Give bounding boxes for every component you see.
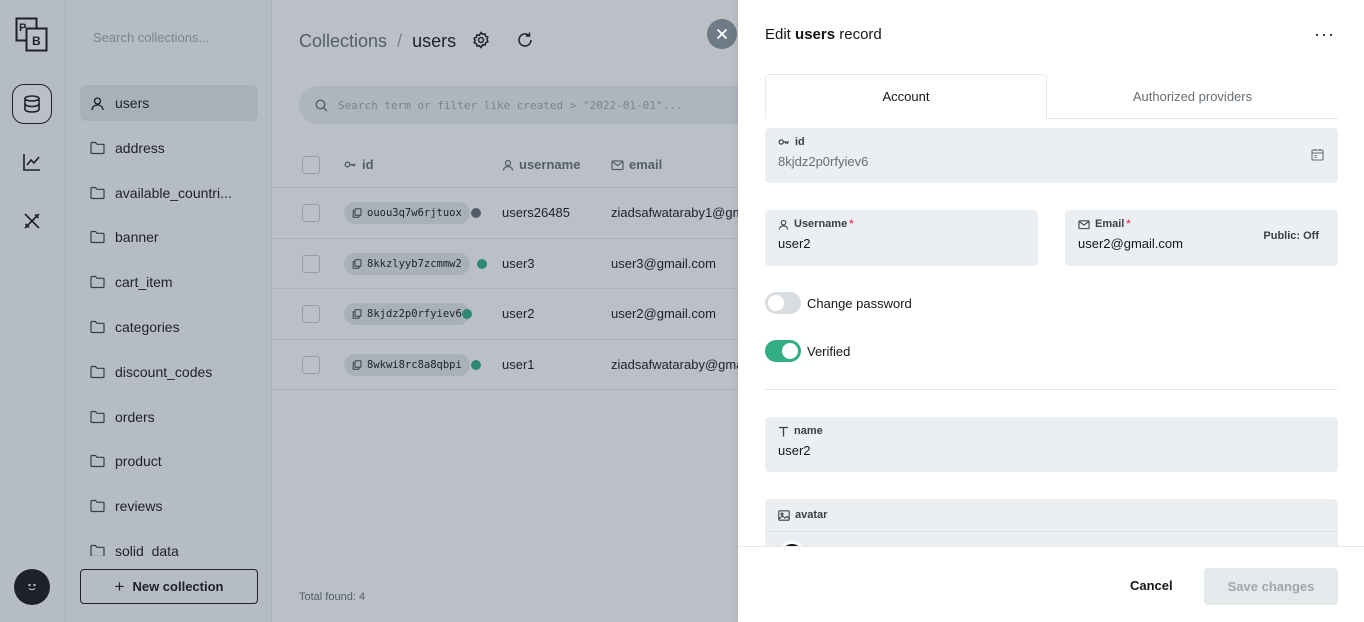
edit-record-panel: Edit users record ··· Account Authorized…	[738, 0, 1364, 622]
toggle-knob	[782, 343, 798, 359]
name-value: user2	[778, 443, 811, 458]
save-changes-button[interactable]: Save changes	[1204, 568, 1338, 605]
panel-title-suffix: record	[839, 26, 882, 43]
username-value: user2	[778, 236, 811, 251]
username-field[interactable]: Username * user2	[765, 210, 1038, 266]
panel-footer: Cancel Save changes	[738, 546, 1364, 622]
name-field[interactable]: name user2	[765, 417, 1338, 472]
close-panel-button[interactable]	[707, 19, 737, 49]
cancel-button[interactable]: Cancel	[1130, 578, 1173, 593]
verified-toggle[interactable]	[765, 340, 801, 362]
verified-label[interactable]: Verified	[807, 344, 850, 359]
section-divider	[765, 389, 1338, 390]
id-field-label: id	[778, 136, 1325, 148]
panel-title-prefix: Edit	[765, 26, 791, 43]
tab-account[interactable]: Account	[765, 74, 1047, 119]
user-icon	[778, 219, 789, 230]
avatar-label-text: avatar	[795, 509, 828, 521]
modal-backdrop[interactable]	[0, 0, 738, 622]
username-field-label: Username *	[778, 218, 1025, 230]
toggle-knob	[768, 295, 784, 311]
change-password-label[interactable]: Change password	[807, 296, 912, 311]
tab-authorized-providers[interactable]: Authorized providers	[1047, 74, 1338, 119]
email-field[interactable]: Email * user2@gmail.com Public: Off	[1065, 210, 1338, 266]
required-marker: *	[1126, 218, 1131, 230]
image-icon	[778, 509, 790, 521]
change-password-toggle[interactable]	[765, 292, 801, 314]
panel-title-collection: users	[795, 26, 836, 43]
email-visibility-toggle[interactable]: Public: Off	[1263, 230, 1319, 242]
username-label-text: Username	[794, 218, 848, 230]
close-icon	[716, 28, 728, 40]
panel-tabs: Account Authorized providers	[765, 74, 1338, 119]
mail-icon	[1078, 219, 1090, 229]
id-value: 8kjdz2p0rfyiev6	[778, 154, 869, 169]
required-marker: *	[849, 218, 854, 230]
email-field-label: Email *	[1078, 218, 1325, 230]
avatar-divider	[765, 531, 1338, 532]
id-label-text: id	[795, 136, 805, 148]
text-icon	[779, 426, 788, 436]
avatar-field[interactable]: avatar	[765, 499, 1338, 546]
name-field-label: name	[778, 425, 1325, 437]
calendar-icon[interactable]	[1311, 148, 1324, 161]
avatar-field-label: avatar	[778, 509, 1325, 521]
panel-title: Edit users record	[765, 26, 882, 43]
name-label-text: name	[794, 425, 823, 437]
id-field[interactable]: id 8kjdz2p0rfyiev6	[765, 128, 1338, 183]
email-label-text: Email	[1095, 218, 1125, 230]
key-icon	[778, 139, 789, 145]
more-options-button[interactable]: ···	[1314, 24, 1335, 45]
panel-body: id 8kjdz2p0rfyiev6 Username * user2 Emai…	[765, 120, 1338, 546]
